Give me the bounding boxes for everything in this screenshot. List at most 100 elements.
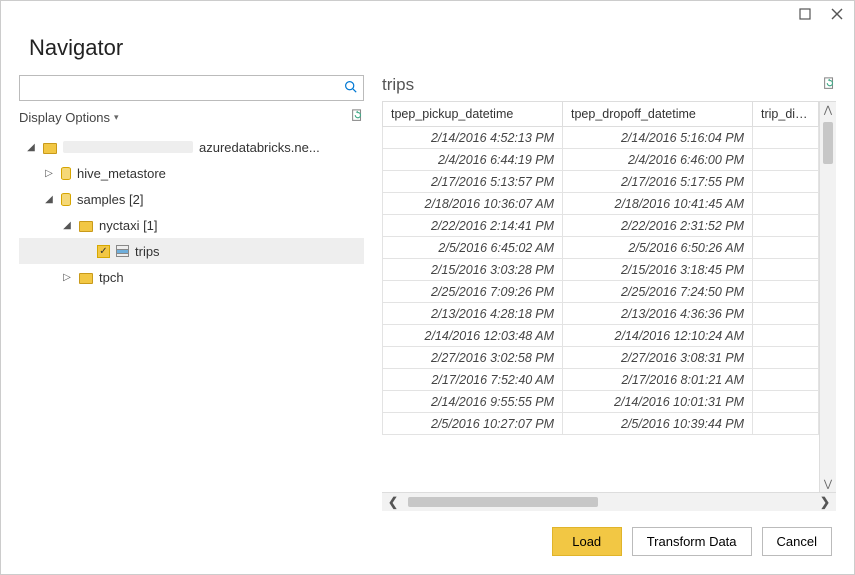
tree-label: nyctaxi [1]	[99, 218, 158, 233]
search-icon[interactable]	[344, 80, 357, 96]
dialog-footer: Load Transform Data Cancel	[1, 511, 854, 574]
collapse-icon[interactable]: ◢	[61, 220, 73, 231]
expand-icon[interactable]: ▷	[61, 272, 73, 283]
table-row[interactable]: 2/14/2016 12:03:48 AM2/14/2016 12:10:24 …	[383, 325, 819, 347]
column-header[interactable]: tpep_dropoff_datetime	[563, 102, 753, 127]
scroll-thumb[interactable]	[408, 497, 598, 507]
table-row[interactable]: 2/25/2016 7:09:26 PM2/25/2016 7:24:50 PM	[383, 281, 819, 303]
table-row[interactable]: 2/5/2016 6:45:02 AM2/5/2016 6:50:26 AM	[383, 237, 819, 259]
table-cell: 2/13/2016 4:28:18 PM	[383, 303, 563, 325]
expand-icon[interactable]: ▷	[43, 168, 55, 179]
chevron-down-icon: ▾	[114, 112, 119, 123]
tree-node-samples[interactable]: ◢ samples [2]	[19, 186, 364, 212]
grid-wrap: tpep_pickup_datetime tpep_dropoff_dateti…	[382, 101, 836, 492]
table-cell: 2/18/2016 10:36:07 AM	[383, 193, 563, 215]
right-panel: trips tpep_pickup_datetime tpep_dropoff_…	[382, 75, 836, 511]
scroll-down-icon[interactable]: ⋁	[820, 476, 836, 492]
tree-node-nyctaxi[interactable]: ◢ nyctaxi [1]	[19, 212, 364, 238]
folder-icon	[79, 273, 93, 284]
table-cell: 2/17/2016 8:01:21 AM	[563, 369, 753, 391]
database-icon	[61, 167, 71, 180]
title-bar	[1, 1, 854, 29]
table-cell	[753, 237, 819, 259]
tree-node-trips[interactable]: ✓ trips	[19, 238, 364, 264]
tree: ◢ azuredatabricks.ne... ▷ hive_metastore…	[19, 134, 364, 511]
table-cell: 2/5/2016 6:45:02 AM	[383, 237, 563, 259]
table-cell: 2/25/2016 7:24:50 PM	[563, 281, 753, 303]
table-row[interactable]: 2/17/2016 7:52:40 AM2/17/2016 8:01:21 AM	[383, 369, 819, 391]
table-cell: 2/13/2016 4:36:36 PM	[563, 303, 753, 325]
table-cell	[753, 127, 819, 149]
table-cell	[753, 281, 819, 303]
column-header[interactable]: tpep_pickup_datetime	[383, 102, 563, 127]
table-row[interactable]: 2/27/2016 3:02:58 PM2/27/2016 3:08:31 PM	[383, 347, 819, 369]
checkbox-checked[interactable]: ✓	[97, 245, 110, 258]
scroll-thumb[interactable]	[823, 122, 833, 164]
horizontal-scrollbar[interactable]: ❮ ❯	[382, 492, 836, 511]
obscured-text	[63, 141, 193, 153]
collapse-icon[interactable]: ◢	[25, 142, 37, 153]
display-options-row: Display Options ▾	[19, 107, 364, 128]
table-row[interactable]: 2/22/2016 2:14:41 PM2/22/2016 2:31:52 PM	[383, 215, 819, 237]
scroll-right-icon[interactable]: ❯	[814, 493, 836, 511]
table-cell: 2/17/2016 5:13:57 PM	[383, 171, 563, 193]
scroll-left-icon[interactable]: ❮	[382, 493, 404, 511]
table-cell: 2/22/2016 2:31:52 PM	[563, 215, 753, 237]
table-row[interactable]: 2/14/2016 4:52:13 PM2/14/2016 5:16:04 PM	[383, 127, 819, 149]
table-cell: 2/14/2016 12:03:48 AM	[383, 325, 563, 347]
table-cell: 2/18/2016 10:41:45 AM	[563, 193, 753, 215]
tree-node-host[interactable]: ◢ azuredatabricks.ne...	[19, 134, 364, 160]
data-grid[interactable]: tpep_pickup_datetime tpep_dropoff_dateti…	[382, 102, 819, 492]
scroll-up-icon[interactable]: ⋀	[820, 102, 836, 118]
table-cell: 2/4/2016 6:46:00 PM	[563, 149, 753, 171]
table-row[interactable]: 2/5/2016 10:27:07 PM2/5/2016 10:39:44 PM	[383, 413, 819, 435]
table-cell	[753, 171, 819, 193]
tree-label: samples [2]	[77, 192, 143, 207]
table-row[interactable]: 2/17/2016 5:13:57 PM2/17/2016 5:17:55 PM	[383, 171, 819, 193]
table-cell: 2/4/2016 6:44:19 PM	[383, 149, 563, 171]
table-cell: 2/5/2016 10:39:44 PM	[563, 413, 753, 435]
column-header[interactable]: trip_distance	[753, 102, 819, 127]
table-row[interactable]: 2/15/2016 3:03:28 PM2/15/2016 3:18:45 PM	[383, 259, 819, 281]
table-cell: 2/15/2016 3:18:45 PM	[563, 259, 753, 281]
vertical-scrollbar[interactable]: ⋀ ⋁	[819, 102, 836, 492]
table-cell: 2/17/2016 5:17:55 PM	[563, 171, 753, 193]
display-options-label: Display Options	[19, 110, 110, 125]
search-input[interactable]	[26, 80, 344, 97]
table-cell: 2/27/2016 3:08:31 PM	[563, 347, 753, 369]
refresh-icon[interactable]	[822, 77, 836, 94]
table-cell: 2/14/2016 10:01:31 PM	[563, 391, 753, 413]
table-cell: 2/17/2016 7:52:40 AM	[383, 369, 563, 391]
table-row[interactable]: 2/13/2016 4:28:18 PM2/13/2016 4:36:36 PM	[383, 303, 819, 325]
preview-header: trips	[382, 75, 836, 101]
database-icon	[61, 193, 71, 206]
table-row[interactable]: 2/18/2016 10:36:07 AM2/18/2016 10:41:45 …	[383, 193, 819, 215]
tree-node-hive-metastore[interactable]: ▷ hive_metastore	[19, 160, 364, 186]
table-cell	[753, 149, 819, 171]
table-row[interactable]: 2/14/2016 9:55:55 PM2/14/2016 10:01:31 P…	[383, 391, 819, 413]
table-icon	[116, 245, 129, 257]
tree-label: hive_metastore	[77, 166, 166, 181]
refresh-icon[interactable]	[350, 109, 364, 126]
left-panel: Display Options ▾ ◢ azuredatabricks.ne..…	[19, 75, 364, 511]
load-button[interactable]: Load	[552, 527, 622, 556]
display-options-dropdown[interactable]: Display Options ▾	[19, 110, 119, 125]
tree-node-tpch[interactable]: ▷ tpch	[19, 264, 364, 290]
dialog-title: Navigator	[29, 35, 826, 61]
tree-label: azuredatabricks.ne...	[199, 140, 320, 155]
transform-data-button[interactable]: Transform Data	[632, 527, 752, 556]
close-icon[interactable]	[830, 7, 844, 21]
table-cell: 2/5/2016 10:27:07 PM	[383, 413, 563, 435]
cancel-button[interactable]: Cancel	[762, 527, 832, 556]
table-cell: 2/22/2016 2:14:41 PM	[383, 215, 563, 237]
table-cell: 2/27/2016 3:02:58 PM	[383, 347, 563, 369]
dialog-body: Display Options ▾ ◢ azuredatabricks.ne..…	[1, 75, 854, 511]
table-row[interactable]: 2/4/2016 6:44:19 PM2/4/2016 6:46:00 PM	[383, 149, 819, 171]
table-cell	[753, 303, 819, 325]
maximize-icon[interactable]	[798, 7, 812, 21]
folder-icon	[79, 221, 93, 232]
search-box[interactable]	[19, 75, 364, 101]
collapse-icon[interactable]: ◢	[43, 194, 55, 205]
table-cell: 2/25/2016 7:09:26 PM	[383, 281, 563, 303]
navigator-window: Navigator Display Options ▾	[0, 0, 855, 575]
